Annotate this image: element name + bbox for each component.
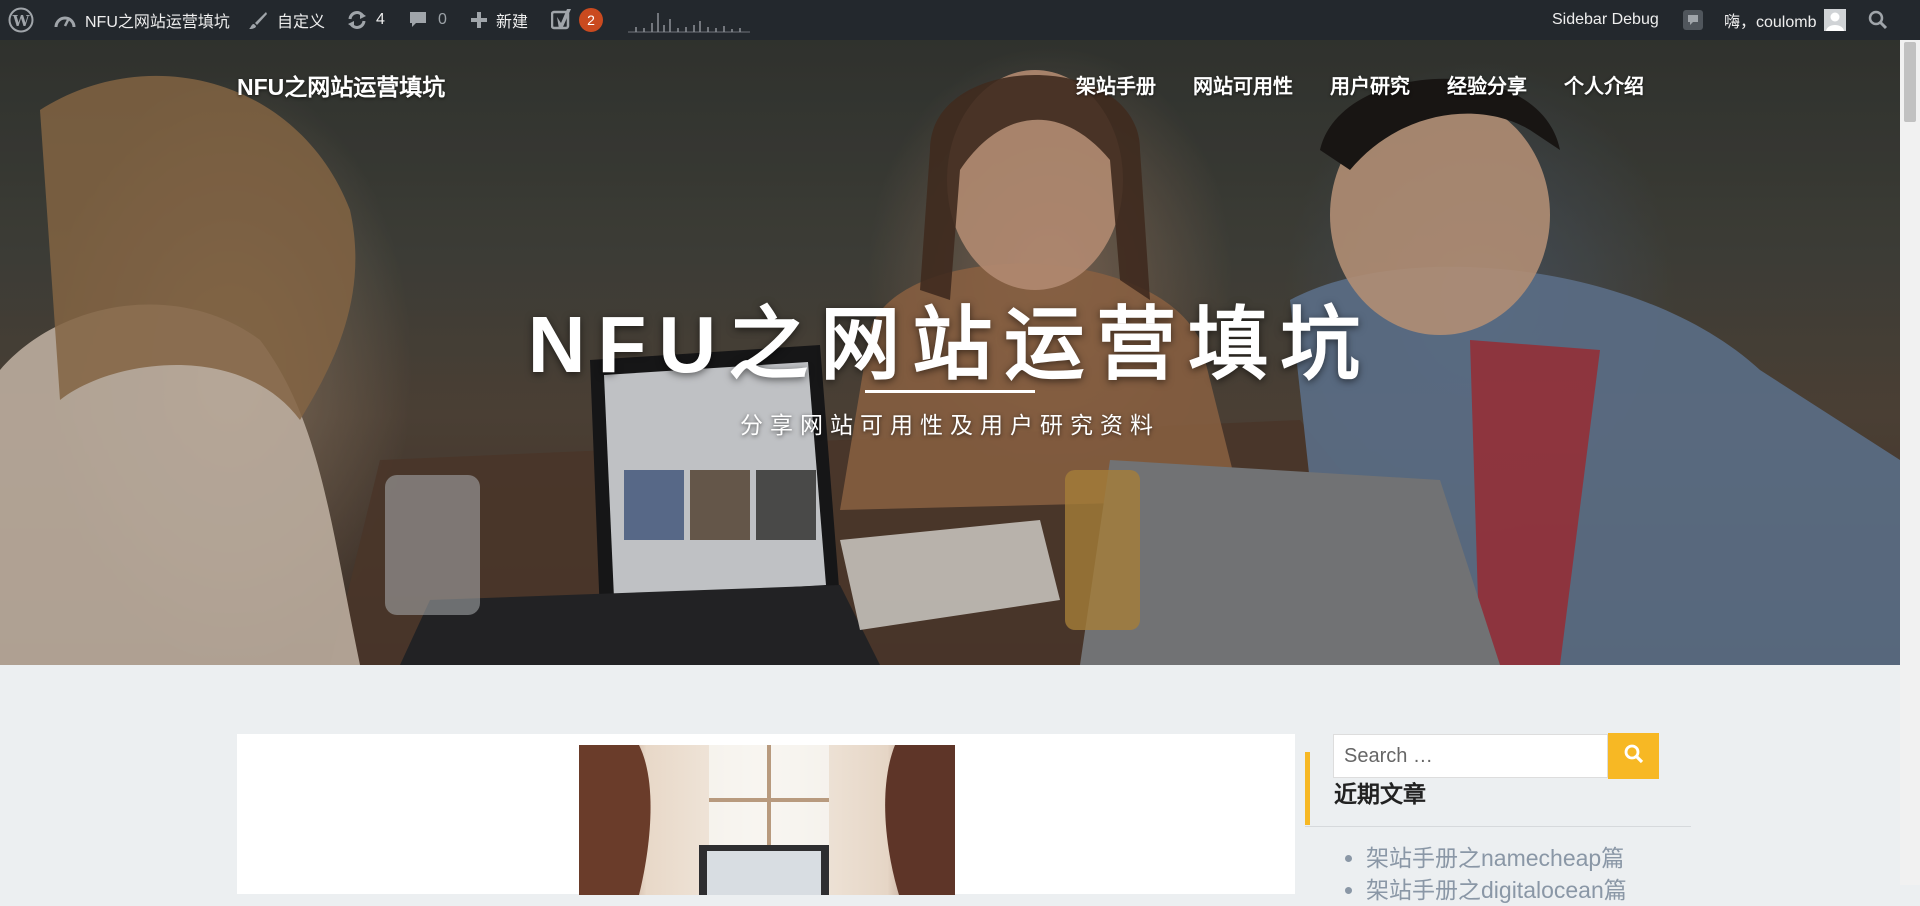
- scrollbar-thumb[interactable]: [1904, 42, 1916, 122]
- sidebar-debug-link[interactable]: Sidebar Debug: [1552, 0, 1659, 40]
- wordpress-logo-icon[interactable]: W: [8, 0, 34, 40]
- admin-comments[interactable]: 0: [408, 0, 447, 40]
- admin-new[interactable]: 新建: [470, 0, 528, 40]
- nav-item-user-research[interactable]: 用户研究: [1330, 70, 1410, 99]
- updates-count: 4: [376, 11, 385, 28]
- recent-posts-title: 近期文章: [1334, 781, 1426, 807]
- activity-sparkline-icon: [628, 0, 750, 40]
- recent-post-item[interactable]: 架站手册之digitalocean篇: [1366, 874, 1706, 906]
- search-button[interactable]: [1608, 733, 1659, 779]
- recent-post-item[interactable]: 架站手册之namecheap篇: [1366, 842, 1706, 874]
- nav-item-site-building[interactable]: 架站手册: [1076, 70, 1156, 99]
- admin-account[interactable]: 嗨，coulomb: [1724, 0, 1847, 40]
- admin-bar: W NFU之网站运营填坑 自定义 4 0 新建 2 Sidebar Debug …: [0, 0, 1920, 40]
- widget-divider: [1305, 826, 1691, 827]
- dashboard-icon: [54, 11, 76, 29]
- admin-customize[interactable]: 自定义: [248, 0, 325, 40]
- sidebar-debug-label: Sidebar Debug: [1552, 11, 1659, 28]
- nav-item-about[interactable]: 个人介绍: [1564, 70, 1644, 99]
- hero-subtitle: 分享网站可用性及用户研究资料: [740, 412, 1160, 438]
- yoast-badge: 2: [579, 8, 603, 32]
- notification-icon[interactable]: [1682, 0, 1704, 40]
- post-thumbnail-image: [579, 745, 955, 895]
- search-form: [1333, 733, 1659, 779]
- main-nav: 架站手册 网站可用性 用户研究 经验分享 个人介绍: [1076, 70, 1644, 99]
- updates-icon: [346, 10, 368, 30]
- plus-icon: [470, 11, 488, 29]
- comments-count: 0: [438, 11, 447, 28]
- admin-yoast[interactable]: 2: [551, 0, 603, 40]
- post-card: [237, 734, 1295, 895]
- page-scrollbar[interactable]: [1900, 40, 1920, 885]
- admin-site-name[interactable]: NFU之网站运营填坑: [54, 0, 230, 40]
- recent-posts-list: 架站手册之namecheap篇 架站手册之digitalocean篇: [1334, 842, 1706, 906]
- post-thumbnail[interactable]: [579, 745, 955, 895]
- admin-greeting: 嗨，coulomb: [1724, 14, 1817, 31]
- admin-site-name-label: NFU之网站运营填坑: [85, 14, 230, 31]
- admin-new-label: 新建: [496, 14, 529, 31]
- comment-icon: [408, 10, 428, 30]
- hero-title: NFU之网站运营填坑: [527, 300, 1373, 389]
- admin-customize-label: 自定义: [277, 14, 326, 31]
- avatar: [1824, 9, 1847, 31]
- nav-item-usability[interactable]: 网站可用性: [1193, 70, 1293, 99]
- hero-divider: [865, 390, 1035, 393]
- widget-accent-bar: [1305, 752, 1310, 825]
- site-title[interactable]: NFU之网站运营填坑: [237, 68, 445, 102]
- brush-icon: [248, 10, 268, 30]
- yoast-icon: [551, 9, 573, 31]
- search-icon: [1624, 744, 1644, 769]
- admin-updates[interactable]: 4: [346, 0, 385, 40]
- hero-banner: NFU之网站运营填坑 架站手册 网站可用性 用户研究 经验分享 个人介绍 NFU…: [0, 40, 1900, 665]
- admin-search-icon[interactable]: [1868, 0, 1888, 40]
- search-input[interactable]: [1333, 734, 1608, 778]
- svg-text:W: W: [12, 12, 31, 30]
- nav-item-experience[interactable]: 经验分享: [1447, 70, 1527, 99]
